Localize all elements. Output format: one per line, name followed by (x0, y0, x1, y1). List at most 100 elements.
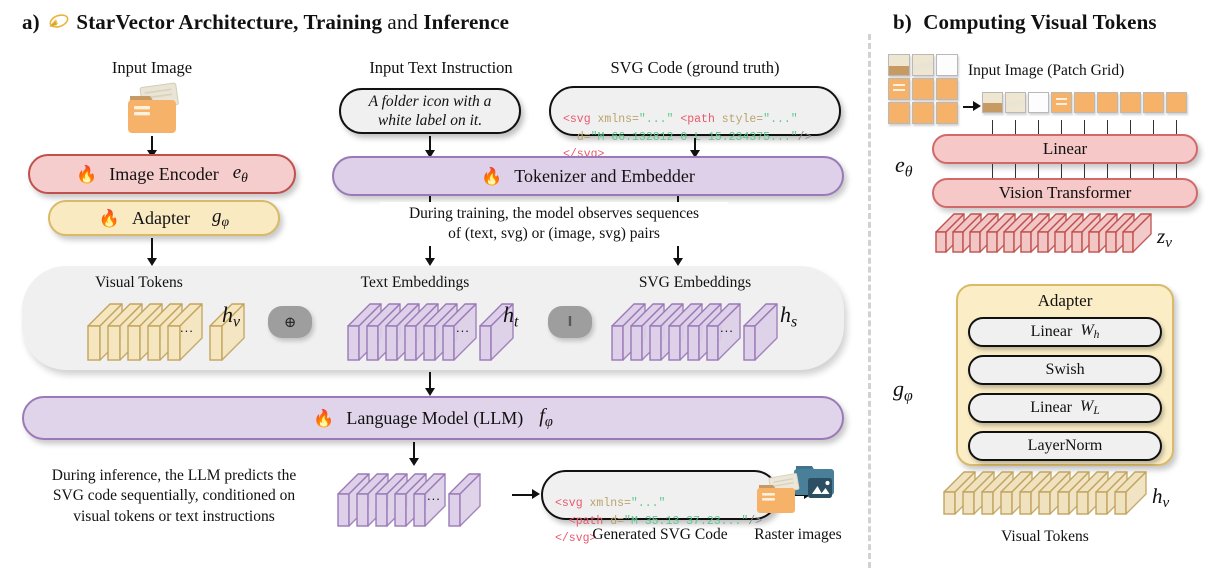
patch-token (1005, 92, 1026, 113)
code-string: "..." (763, 113, 798, 127)
raster-images-icons (742, 460, 852, 535)
code-attr: style= (714, 113, 764, 127)
patch-token (1120, 92, 1141, 113)
patch-cell (888, 78, 910, 100)
linear-to-vit-connectors (982, 164, 1190, 178)
patch-cell (912, 102, 934, 124)
arrow-adapter-to-stage-head (147, 258, 157, 266)
svg-embeddings-symbol: hs (780, 302, 798, 331)
text-instruction-value: A folder icon with a white label on it. (368, 92, 492, 129)
output-tokens-group: ... (337, 470, 514, 532)
patch-token (1097, 92, 1118, 113)
patch-cell (888, 102, 910, 124)
linear-label: Linear (1042, 139, 1088, 158)
text-instruction-bubble[interactable]: A folder icon with a white label on it. (339, 88, 521, 134)
ellipsis: ... (180, 320, 194, 335)
inference-note: During inference, the LLM predicts the S… (16, 466, 332, 527)
panel-b-title: b) Computing Visual Tokens (893, 10, 1157, 35)
arrow-tokens-to-code (512, 494, 534, 496)
adapter-layer-label: Swish (1045, 361, 1085, 378)
text-instruction-caption: Input Text Instruction (369, 58, 513, 77)
svg-embeddings-group: ... (611, 300, 804, 362)
encoder-symbol-label: eθ (895, 152, 913, 181)
code-attr: xmlns= (590, 113, 639, 127)
arrow-llm-to-output-head (409, 458, 419, 466)
panel-a-label: a) (22, 10, 40, 34)
image-encoder-symbol: e (232, 162, 242, 184)
code-tag: <path (680, 113, 715, 127)
patch-token (1051, 92, 1072, 113)
arrow-grid-to-sequence-head (973, 101, 981, 111)
adapter-subscript: φ (221, 213, 230, 229)
adapter-layer-swish[interactable]: Swish (968, 355, 1162, 385)
zv-symbol: zv (1157, 224, 1172, 252)
patch-cell (936, 78, 958, 100)
ellipsis: ... (427, 488, 441, 503)
arrow-adapter-to-stage (151, 238, 153, 260)
arrow-to-text-emb-head (425, 258, 435, 266)
adapter-box[interactable]: 🔥 Adapter gφ (48, 200, 280, 236)
image-encoder-box[interactable]: 🔥 Image Encoder eθ (28, 154, 296, 194)
tokenizer-embedder-box[interactable]: 🔥 Tokenizer and Embedder (332, 156, 844, 196)
token-slab (1122, 213, 1152, 253)
patch-cell (888, 54, 910, 76)
panel-divider (868, 34, 871, 568)
code-close: /> (797, 130, 812, 144)
fire-icon: 🔥 (76, 164, 98, 184)
op-concat: ‖ (548, 306, 592, 338)
code-tag: <svg (555, 497, 583, 511)
llm-box[interactable]: 🔥 Language Model (LLM) fφ (22, 396, 844, 440)
token-slab (448, 473, 481, 527)
fire-icon: 🔥 (481, 166, 503, 186)
patch-grid (888, 54, 962, 126)
adapter-layer-layernorm[interactable]: LayerNorm (968, 431, 1162, 461)
visual-tokens-caption: Visual Tokens (95, 274, 183, 291)
svg-gt-codebox[interactable]: <svg xmlns="..." <path style="..." d="M … (549, 86, 841, 161)
arrow-to-svg-emb-head (673, 258, 683, 266)
raster-images-caption: Raster images (754, 526, 842, 543)
visual-tokens-caption-b: Visual Tokens (1001, 528, 1089, 545)
code-tag: <svg (563, 113, 591, 127)
input-image-caption: Input Image (111, 58, 193, 77)
fire-icon: 🔥 (98, 208, 121, 228)
input-image-folder-icon (116, 80, 188, 143)
patch-token (1074, 92, 1095, 113)
patch-sequence-connectors (982, 120, 1190, 134)
panel-a-title-bold-1: StarVector Architecture, Training (76, 10, 383, 34)
text-embeddings-caption: Text Embeddings (360, 274, 470, 291)
code-string: "..." (638, 113, 674, 127)
tokenizer-label: Tokenizer and Embedder (514, 165, 695, 186)
adapter-layer-linear[interactable]: Linear Wh (968, 317, 1162, 347)
adapter-layer-label: LayerNorm (1027, 437, 1103, 454)
vision-transformer-box[interactable]: Vision Transformer (932, 178, 1198, 208)
patch-token (982, 92, 1003, 113)
comet-icon (45, 10, 71, 35)
inference-note-text: During inference, the LLM predicts the S… (51, 467, 297, 525)
adapter-layer-linear[interactable]: Linear WL (968, 393, 1162, 423)
patch-token (1028, 92, 1049, 113)
linear-box[interactable]: Linear (932, 134, 1198, 164)
hv-symbol: hv (1152, 484, 1170, 512)
op-add-glyph: ⊕ (283, 314, 297, 331)
training-note: During training, the model observes sequ… (380, 202, 728, 247)
svg-gt-caption: SVG Code (ground truth) (610, 58, 780, 77)
code-attr: xmlns= (582, 497, 631, 511)
zv-tokens-group (935, 212, 1152, 256)
adapter-symbol-label: gφ (893, 376, 913, 405)
adapter-card-title: Adapter (1037, 291, 1093, 310)
hv-tokens-group (943, 470, 1147, 518)
patch-token (1166, 92, 1187, 113)
token-slab (1114, 471, 1147, 515)
patch-grid-caption: Input Image (Patch Grid) (968, 62, 1125, 79)
patch-cell (912, 54, 934, 76)
code-attr: d= (576, 130, 591, 144)
token-slab (743, 303, 778, 361)
visual-tokens-group: ... (87, 300, 268, 362)
llm-subscript: φ (544, 414, 553, 431)
patch-token (1143, 92, 1164, 113)
arrow-stage-to-llm-head (425, 388, 435, 396)
patch-sequence (982, 92, 1190, 120)
vision-transformer-label: Vision Transformer (998, 183, 1132, 202)
arrow-tokens-to-code-head (532, 489, 540, 499)
adapter-symbol: g (212, 206, 222, 228)
